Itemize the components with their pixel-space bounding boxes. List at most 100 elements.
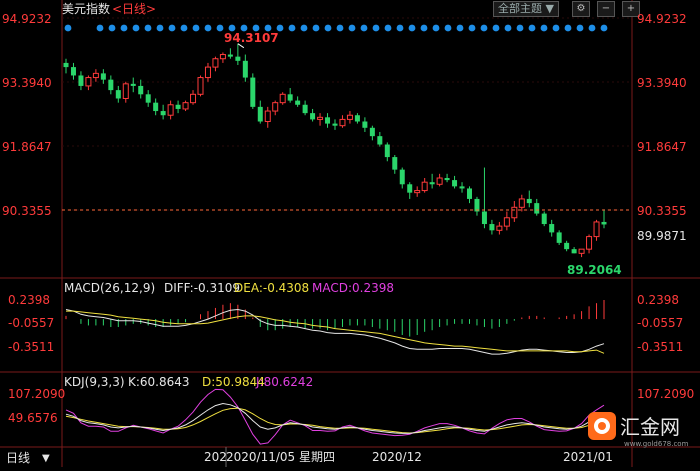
candle-body	[204, 66, 211, 79]
macd-value: MACD:0.2398	[312, 281, 395, 295]
low-annotation: 89.2064	[567, 263, 622, 277]
event-dot	[96, 24, 104, 32]
date-tick: 202	[204, 450, 227, 464]
kdj-tick-left: 49.6576	[8, 411, 58, 425]
candle-body	[586, 236, 593, 250]
price-tick-left: 91.8647	[2, 140, 52, 154]
candle-body	[250, 77, 256, 107]
candle-body	[138, 85, 144, 95]
candle-body	[145, 94, 151, 103]
event-dot	[168, 24, 176, 32]
footer-period-tab[interactable]: 日线	[6, 451, 30, 465]
kdj-tick-left: 107.2090	[8, 387, 66, 401]
candle-body	[70, 67, 76, 76]
candle-body	[459, 186, 465, 189]
event-dot	[552, 24, 560, 32]
candle-body	[295, 100, 301, 105]
candle-body	[167, 104, 174, 116]
candle-body	[78, 75, 84, 86]
event-dot	[192, 24, 200, 32]
candle-body	[429, 182, 435, 185]
topic-dropdown-label: 全部主题	[498, 2, 542, 15]
event-dot	[336, 24, 344, 32]
candle-body	[235, 56, 241, 61]
macd-dea-line	[66, 310, 605, 354]
candle-body	[362, 121, 368, 128]
candle-body	[407, 184, 413, 193]
candle-body	[354, 115, 360, 122]
kdj-k-value: K:60.8643	[128, 375, 190, 389]
candle-body	[549, 224, 555, 233]
candle-body	[518, 198, 525, 208]
logo-sub: www.gold678.com	[624, 440, 689, 448]
candle-body	[190, 93, 197, 104]
candle-body	[467, 188, 472, 199]
event-dot	[444, 24, 452, 32]
candle-body	[601, 221, 607, 225]
macd-tick-left: 0.2398	[8, 293, 50, 307]
price-tick-right: 94.9232	[637, 12, 687, 26]
macd-diff-line	[65, 308, 605, 355]
event-dot	[64, 24, 72, 32]
candle-body	[369, 127, 375, 137]
candle-body	[63, 62, 69, 68]
candle-body	[571, 249, 577, 254]
candle-body	[115, 90, 121, 99]
candle-body	[317, 116, 324, 120]
event-dot	[156, 24, 164, 32]
macd-dea-value: DEA:-0.4308	[234, 281, 310, 295]
candle-body	[325, 117, 331, 124]
candle-body	[346, 114, 353, 120]
macd-label: MACD(26,12,9)	[64, 281, 156, 295]
event-dot	[180, 24, 188, 32]
candle-body	[160, 111, 166, 116]
candle-body	[332, 123, 338, 126]
chevron-down-icon: ▼	[545, 2, 554, 15]
candle-body	[564, 242, 570, 250]
candle-body	[541, 213, 547, 225]
current-price-label: 89.9871	[637, 229, 687, 243]
topic-dropdown[interactable]: 全部主题 ▼	[493, 1, 559, 17]
macd-tick-right: -0.0557	[637, 316, 684, 330]
event-dot	[588, 24, 596, 32]
event-dot	[324, 24, 332, 32]
event-dot	[408, 24, 416, 32]
candle-body	[130, 83, 136, 86]
event-dot	[480, 24, 488, 32]
candle-body	[503, 217, 510, 227]
candle-body	[377, 136, 383, 145]
candle-body	[279, 93, 286, 104]
candle-body	[436, 177, 443, 185]
candle-body	[108, 79, 114, 91]
event-dot	[300, 24, 308, 32]
price-tick-right: 90.3355	[637, 204, 687, 218]
period-link[interactable]: <日线>	[112, 2, 156, 16]
candle-body	[556, 232, 562, 243]
event-dot	[396, 24, 404, 32]
settings-icon[interactable]: ⚙	[572, 1, 590, 17]
event-dot	[204, 24, 212, 32]
event-dot	[132, 24, 140, 32]
candle-body	[85, 77, 92, 87]
event-dot	[504, 24, 512, 32]
candle-body	[153, 102, 159, 112]
event-dot	[420, 24, 428, 32]
candle-body	[227, 54, 233, 57]
candle-body	[257, 106, 263, 122]
event-dot	[108, 24, 116, 32]
event-dot	[312, 24, 320, 32]
event-dot	[528, 24, 536, 32]
candle-body	[511, 206, 518, 219]
macd-diff-value: DIFF:-0.3109	[164, 281, 241, 295]
candle-body	[272, 102, 279, 112]
candle-body	[414, 190, 421, 194]
footer-nav-icon[interactable]: ▼	[42, 452, 50, 466]
macd-tick-right: -0.3511	[637, 340, 684, 354]
event-dot	[348, 24, 356, 32]
zoom-out-icon[interactable]: −	[597, 1, 615, 17]
high-annotation: 94.3107	[224, 31, 279, 45]
candle-body	[310, 113, 316, 120]
candle-body	[593, 221, 600, 238]
candle-body	[287, 94, 293, 101]
event-dot	[372, 24, 380, 32]
